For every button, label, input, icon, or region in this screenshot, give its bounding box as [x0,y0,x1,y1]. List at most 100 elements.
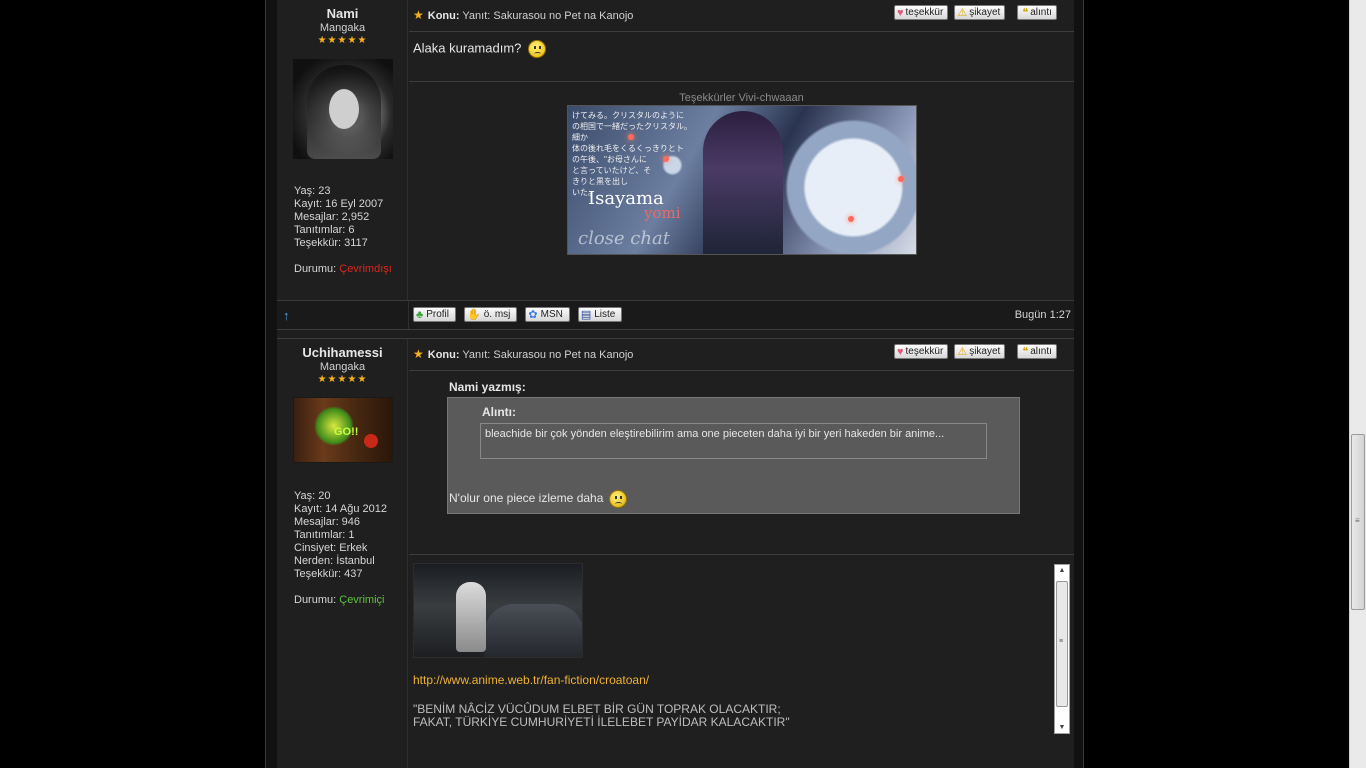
stat-intros: Tanıtımlar: 1 [294,529,355,541]
post2-status: Durumu: Çevrimiçi [294,594,384,606]
scroll-thumb[interactable]: ≡ [1056,581,1068,707]
heart-icon: ♥ [897,345,904,358]
thanks-button[interactable]: ♥ teşekkür [894,344,949,359]
msn-icon: ✿ [528,309,538,321]
stat-thanks: Teşekkür: 437 [294,568,363,580]
post1-status: Durumu: Çevrimdışı [294,263,392,275]
sad-smiley-icon [608,490,627,508]
post1-username[interactable]: Nami [277,6,408,21]
private-message-button[interactable]: ✋ ö. msj [464,307,518,322]
quote-line: FAKAT, TÜRKİYE CUMHURİYETİ İLELEBET PAYİ… [413,715,790,729]
banner-sparkle [898,176,904,182]
post1-footer: ↑ ♣ Profil ✋ ö. msj ✿ MSN ▤ Liste Bugün 1:27 [277,301,1074,329]
post2-subject: ★ Konu: Yanıt: Sakurasou no Pet na Kanojo [413,347,633,361]
sig-image-figure [456,582,486,652]
signature-image [413,563,583,658]
list-label: Liste [594,309,616,320]
stat-joined: Kayıt: 14 Ağu 2012 [294,503,387,515]
msn-button[interactable]: ✿ MSN [525,307,570,322]
post1-stats: Yaş: 23 Kayıt: 16 Eyl 2007 Mesajlar: 2,9… [294,185,406,250]
stat-thanks: Teşekkür: 3117 [294,237,368,249]
signature-quote: "BENİM NÂCİZ VÜCÛDUM ELBET BİR GÜN TOPRA… [413,703,790,729]
scroll-up-arrow-icon[interactable]: ▲ [1055,567,1069,574]
message-icon: ✋ [467,309,481,321]
heart-icon: ♥ [897,6,904,19]
list-button[interactable]: ▤ Liste [577,307,623,322]
quote-button[interactable]: ❝ alıntı [1017,5,1057,20]
reply-text: N'olur one piece izleme daha [449,491,604,506]
warning-icon: ⚠ [957,6,968,19]
divider [409,370,1074,371]
post2-reply: N'olur one piece izleme daha [449,490,627,508]
post1-avatar[interactable] [293,59,393,159]
thanks-label: teşekkür [905,7,944,18]
page-scrollbar[interactable]: ≡ [1349,0,1366,768]
quote-button[interactable]: ❝ alıntı [1017,344,1057,359]
divider [277,329,1074,330]
signature-scrollbar[interactable]: ▲ ≡ ▼ [1054,564,1070,734]
post1-contact-buttons: ♣ Profil ✋ ö. msj ✿ MSN ▤ Liste [413,307,623,322]
grip-icon: ≡ [1355,516,1360,525]
status-label: Durumu: [294,263,337,275]
nested-quote-text: bleachide bir çok yönden eleştirebilirim… [480,423,987,459]
jp-line: きりと黒を出し [572,177,628,186]
sig-image-crowd [484,604,582,657]
divider [408,301,409,329]
post2-signature: http://www.anime.web.tr/fan-fiction/croa… [409,555,1074,765]
grip-icon: ≡ [1059,638,1064,645]
message-text: Alaka kuramadım? [413,40,522,56]
banner-sparkle [848,216,854,222]
divider [409,31,1074,32]
subject-label: Konu: [427,349,460,361]
post2-rank-stars: ★★★★★ [317,374,368,385]
post-star-icon: ★ [413,8,424,22]
thanks-button[interactable]: ♥ teşekkür [894,5,949,20]
post1-rank: Mangaka [319,22,366,34]
banner-sparkle [663,156,669,162]
stat-age: Yaş: 23 [294,185,331,197]
status-label: Durumu: [294,594,337,606]
pm-label: ö. msj [483,309,511,320]
post2-avatar[interactable]: GO!! [293,397,393,463]
list-icon: ▤ [580,309,592,321]
report-label: şikayet [969,7,1001,18]
stat-intros: Tanıtımlar: 6 [294,224,355,236]
quote-author: Nami yazmış: [449,380,526,394]
post2-rank: Mangaka [319,361,366,373]
post1-date: Bugün 1:27 [1014,309,1071,321]
page-scroll-thumb[interactable]: ≡ [1351,434,1365,610]
back-to-top-arrow-icon[interactable]: ↑ [283,308,290,323]
banner-name-bottom: yomi [644,204,681,222]
subject-text: Yanıt: Sakurasou no Pet na Kanojo [462,10,634,22]
quote-label: alıntı [1030,346,1052,357]
signature-banner: けてみる。クリスタルのように の相国で一緒だったクリスタル。細か 体の後れ毛をく… [567,105,917,255]
jp-line: の午後、"お母さんに [572,155,647,164]
post2-username[interactable]: Uchihamessi [277,345,408,360]
report-button[interactable]: ⚠ şikayet [954,5,1006,20]
post2-stats: Yaş: 20 Kayıt: 14 Ağu 2012 Mesajlar: 946… [294,490,406,581]
report-label: şikayet [969,346,1001,357]
avatar-text: GO!! [334,426,359,438]
stat-gender: Cinsiyet: Erkek [294,542,368,554]
scroll-down-arrow-icon[interactable]: ▼ [1055,724,1069,731]
jp-line: けてみる。クリスタルのように [572,111,684,120]
subject-label: Konu: [427,10,460,22]
avatar-fruit [364,434,378,448]
stat-posts: Mesajlar: 946 [294,516,361,528]
banner-script: close chat [578,228,670,249]
post1-subject: ★ Konu: Yanıt: Sakurasou no Pet na Kanojo [413,8,633,22]
stat-joined: Kayıt: 16 Eyl 2007 [294,198,384,210]
signature-divider [409,81,1074,82]
jp-line: 体の後れ毛をくるくっきりとト [572,144,684,153]
profile-button[interactable]: ♣ Profil [413,307,457,322]
msn-label: MSN [540,309,563,320]
banner-sparkle [628,134,634,140]
stat-age: Yaş: 20 [294,490,331,502]
forum-frame: Nami Mangaka ★★★★★ Yaş: 23 Kayıt: 16 Eyl… [265,0,1084,768]
report-button[interactable]: ⚠ şikayet [954,344,1006,359]
post1-rank-stars: ★★★★★ [317,35,368,46]
quote-label: alıntı [1030,7,1052,18]
stat-posts: Mesajlar: 2,952 [294,211,370,223]
signature-link[interactable]: http://www.anime.web.tr/fan-fiction/croa… [413,673,649,687]
quote-icon: ❝ [1022,6,1029,19]
